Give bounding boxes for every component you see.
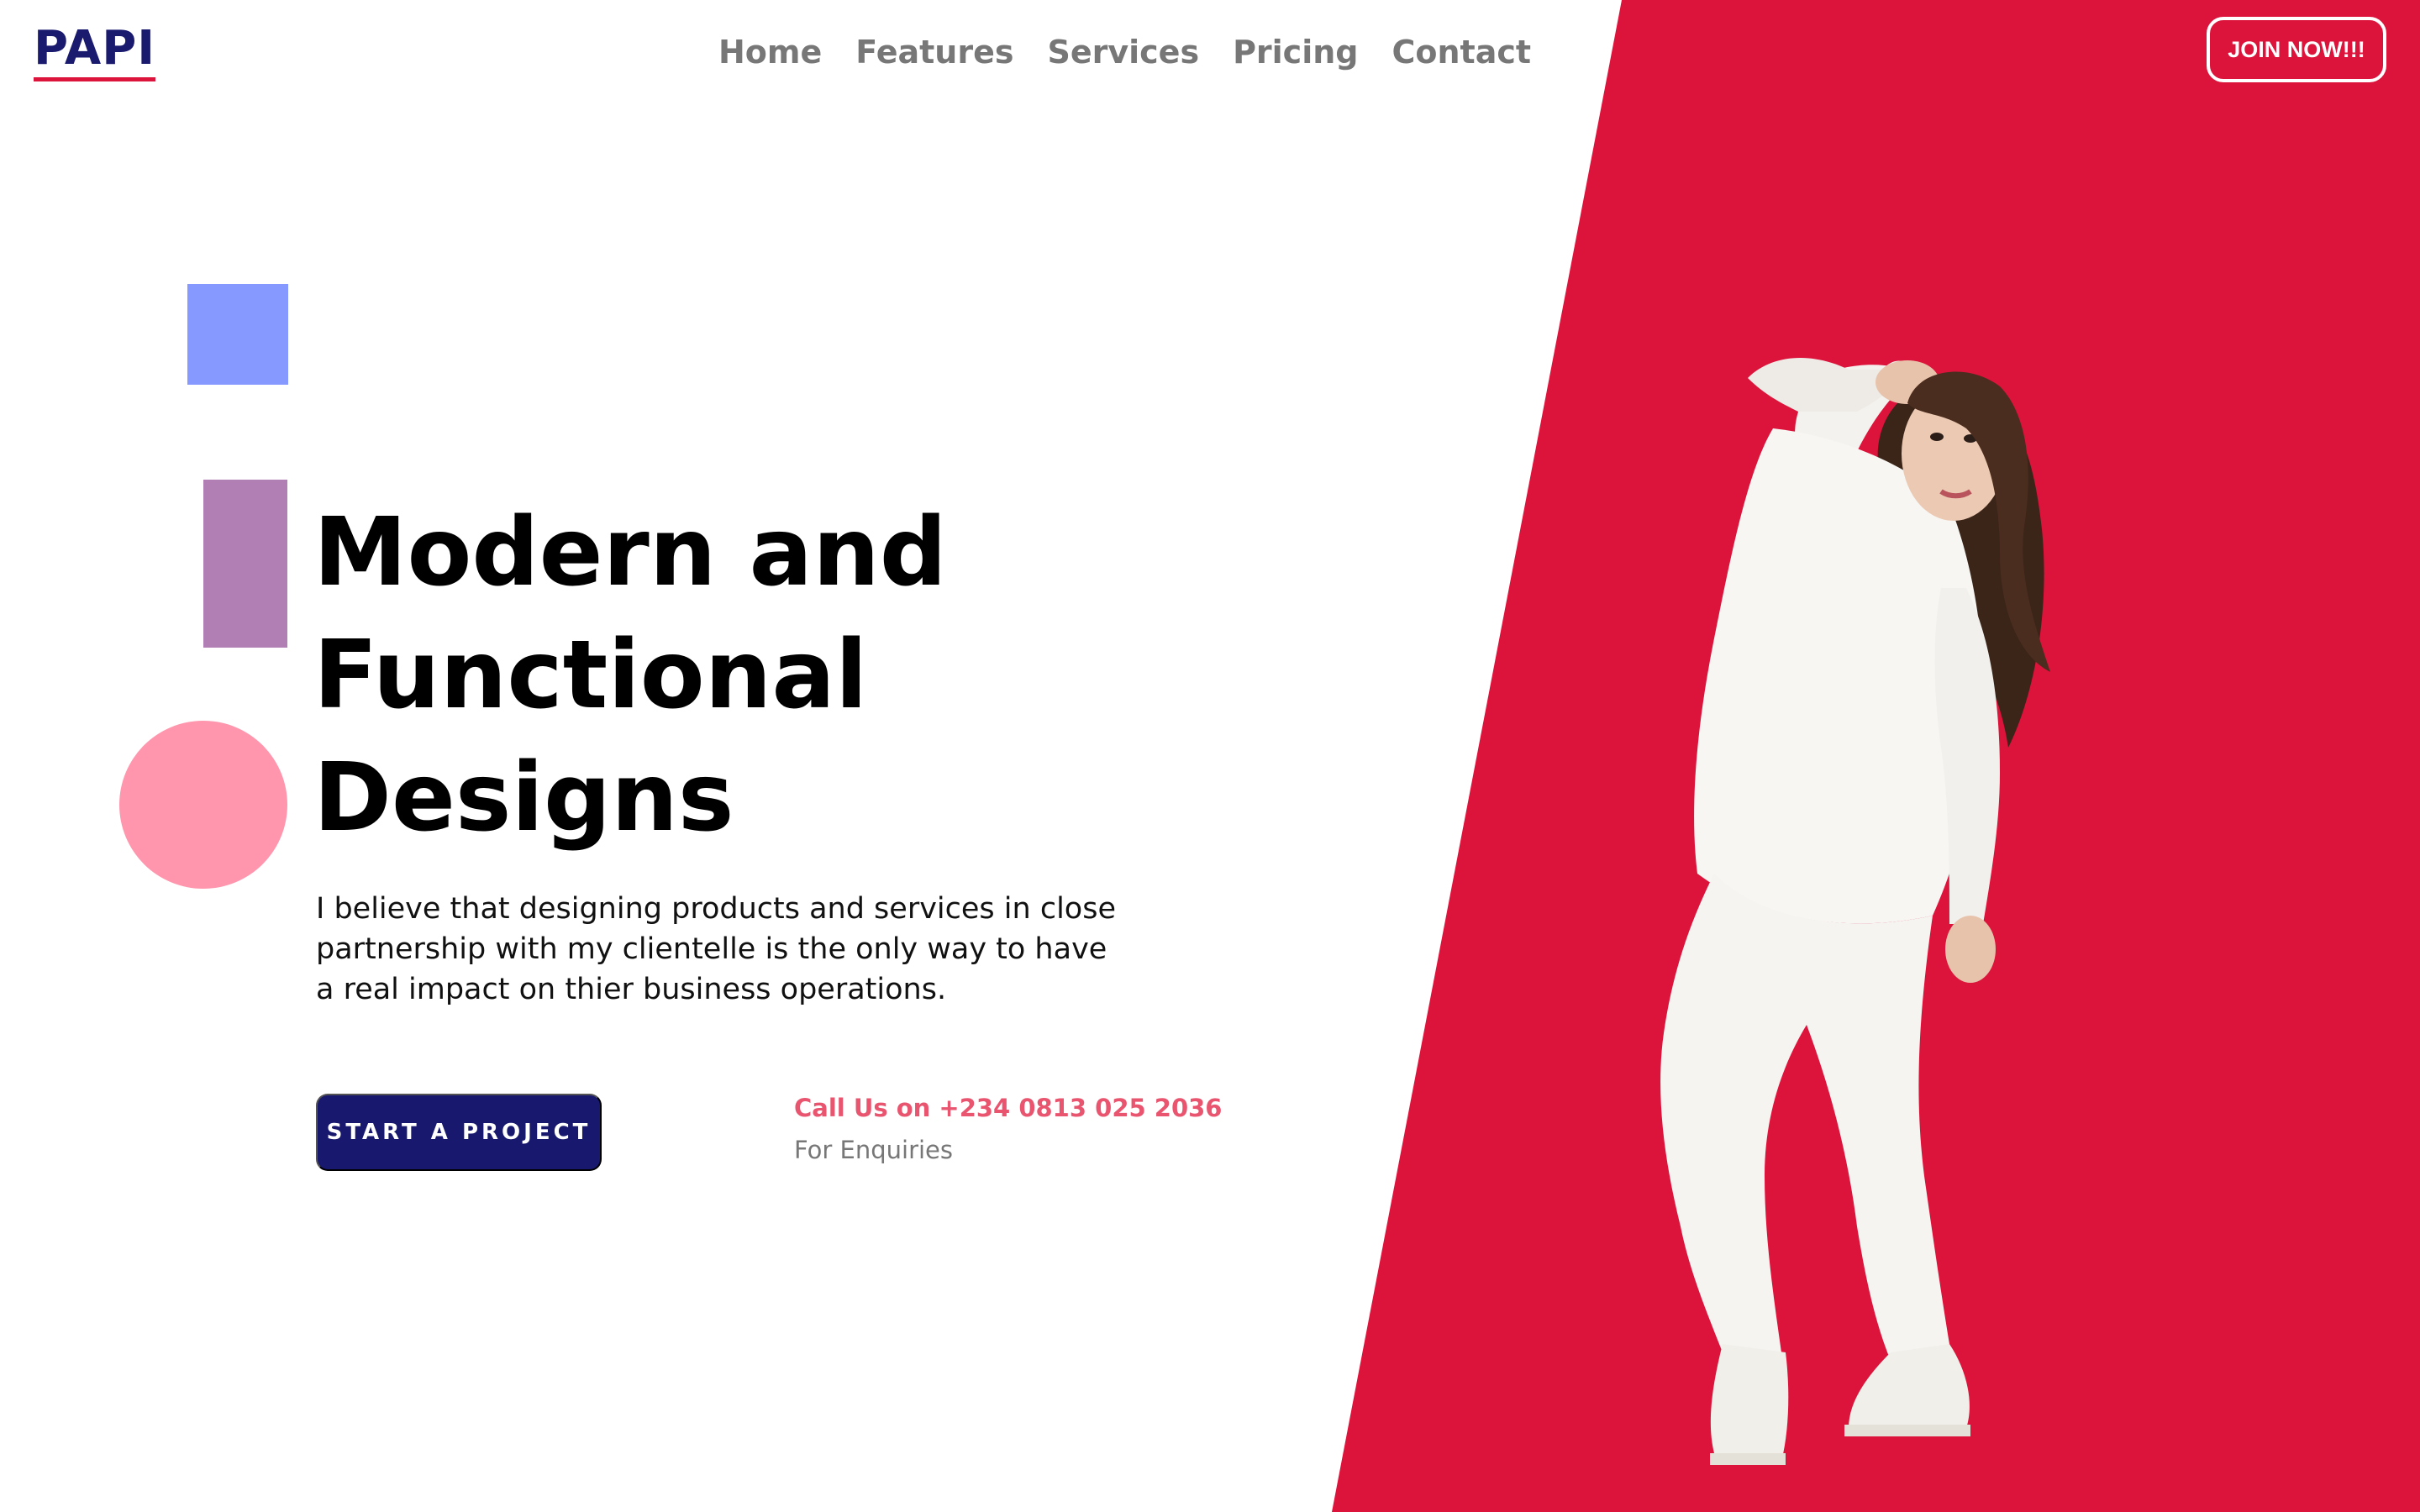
blue-square-decoration — [187, 284, 288, 385]
hero-description: I believe that designing products and se… — [316, 892, 1116, 1006]
for-enquiries-label: For Enquiries — [794, 1136, 954, 1164]
join-now-button[interactable]: JOIN NOW!!! — [2207, 17, 2386, 82]
landing-page: PAPI Home Features Services Pricing Cont… — [0, 0, 2420, 1512]
purple-rectangle-decoration — [203, 480, 287, 648]
nav-pricing[interactable]: Pricing — [1233, 29, 1358, 76]
model-photo — [1660, 358, 2050, 1465]
pink-circle-decoration — [119, 721, 287, 889]
nav-home[interactable]: Home — [718, 29, 822, 76]
hero-title-line-2: Functional — [313, 621, 868, 730]
hero-title-line-1: Modern and — [313, 498, 947, 607]
nav-services[interactable]: Services — [1047, 29, 1199, 76]
nav-contact[interactable]: Contact — [1392, 29, 1531, 76]
nav-features[interactable]: Features — [855, 29, 1013, 76]
call-us-phone[interactable]: Call Us on +234 0813 025 2036 — [794, 1094, 1222, 1122]
hero-title: Modern and Functional Designs — [313, 491, 1154, 859]
hero-title-line-3: Designs — [313, 743, 734, 853]
main-nav: Home Features Services Pricing Contact — [718, 29, 1531, 76]
start-project-button[interactable]: START A PROJECT — [316, 1094, 602, 1171]
brand-logo[interactable]: PAPI — [34, 22, 156, 81]
